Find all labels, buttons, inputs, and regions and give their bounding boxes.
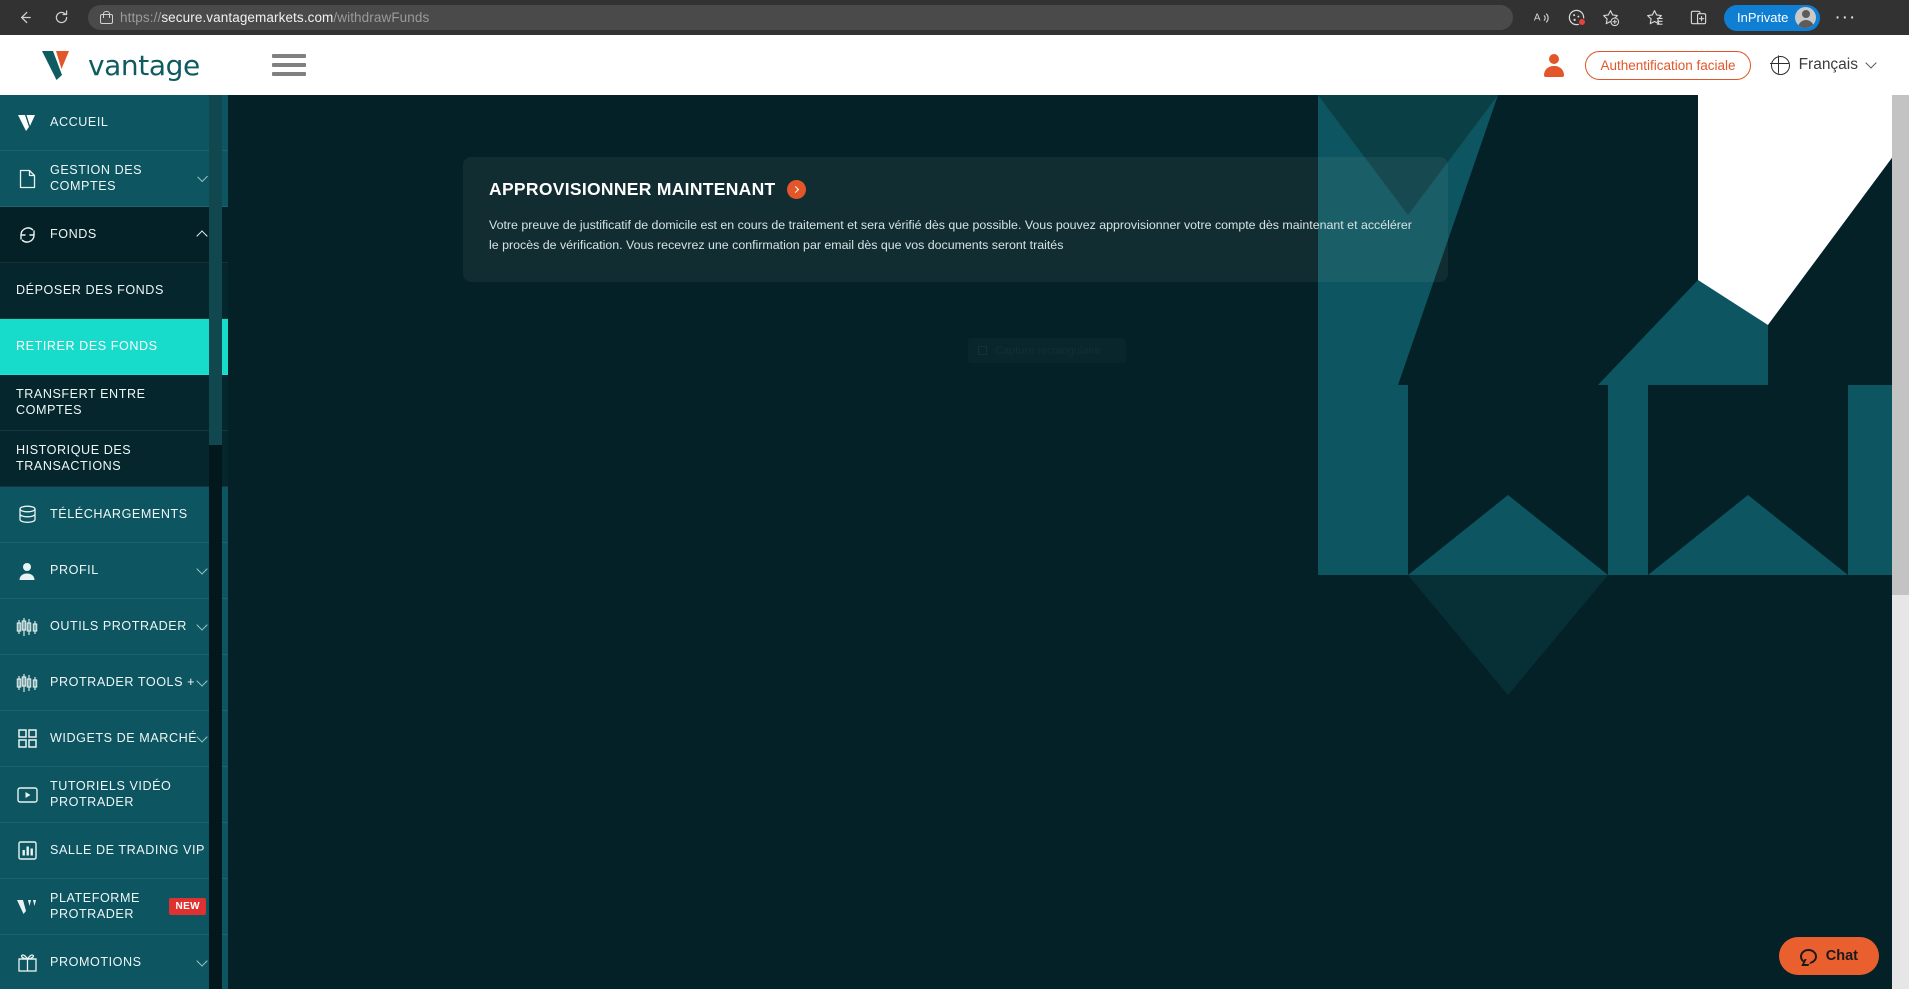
tracking-badge (1578, 17, 1586, 26)
sidebar-item-promotions[interactable]: PROMOTIONS (0, 935, 228, 989)
sidebar-item-historique-des-transactions[interactable]: HISTORIQUE DES TRANSACTIONS (0, 431, 228, 487)
snip-tool-label: Capture rectangulaire (995, 345, 1101, 357)
page-body: ACCUEIL GESTION DES COMPTES FONDS DÉPOSER D… (0, 95, 1909, 989)
read-aloud-icon[interactable]: A (1527, 5, 1557, 31)
chevron-down-icon[interactable] (196, 954, 208, 967)
language-selector[interactable]: Français (1769, 54, 1877, 75)
sidebar-item-retirer-des-fonds[interactable]: RETIRER DES FONDS (0, 319, 228, 375)
svg-text:A: A (1534, 12, 1541, 23)
funds-refresh-icon (14, 225, 40, 245)
sidebar-item-widgets-de-march[interactable]: WIDGETS DE MARCHÉ (0, 711, 228, 767)
sidebar-item-label: RETIRER DES FONDS (16, 338, 158, 353)
sidebar-item-salle-de-trading-vip[interactable]: SALLE DE TRADING VIP (0, 823, 228, 879)
face-authentication-button[interactable]: Authentification faciale (1585, 50, 1751, 80)
back-button[interactable] (10, 5, 40, 31)
banner-description: Votre preuve de justificatif de domicile… (489, 218, 1412, 253)
sidebar-navigation: ACCUEIL GESTION DES COMPTES FONDS DÉPOSER D… (0, 95, 228, 989)
chevron-down-icon[interactable] (196, 730, 208, 743)
chat-widget-button[interactable]: Chat (1778, 937, 1879, 975)
avatar (1795, 7, 1817, 28)
sidebar-item-gestion-des-comptes[interactable]: GESTION DES COMPTES (0, 151, 228, 207)
address-bar[interactable]: https://secure.vantagemarkets.com/withdr… (88, 5, 1513, 30)
arrow-right-icon[interactable] (786, 180, 806, 199)
snip-tool-overlay: Capture rectangulaire (968, 338, 1126, 363)
language-label: Français (1798, 56, 1858, 73)
sidebar-item-label: GESTION DES COMPTES (50, 162, 143, 193)
database-icon (14, 505, 40, 525)
user-account-icon[interactable] (1543, 54, 1565, 77)
browser-toolbar-actions: A InPrivate ··· (1527, 4, 1860, 31)
sidebar-item-t-l-chargements[interactable]: TÉLÉCHARGEMENTS (0, 487, 228, 543)
chevron-down-icon[interactable] (196, 618, 208, 631)
protrader-icon (14, 898, 40, 916)
lock-icon (100, 11, 113, 24)
grid-icon (14, 729, 40, 748)
site-header: vantage Authentification faciale Françai… (0, 35, 1909, 95)
sidebar-scrollbar-thumb[interactable] (209, 95, 222, 445)
sidebar-item-fonds[interactable]: FONDS (0, 207, 228, 263)
sidebar-item-outils-protrader[interactable]: OUTILS PROTRADER (0, 599, 228, 655)
vantage-v-icon (14, 114, 40, 132)
header-actions: Authentification faciale Français (1543, 50, 1909, 80)
vantage-v-logo-icon (40, 49, 84, 82)
inprivate-profile-button[interactable]: InPrivate (1724, 4, 1821, 31)
sidebar-item-label: PROFIL (50, 562, 99, 577)
chevron-down-icon[interactable] (196, 562, 208, 575)
banner-title: APPROVISIONNER MAINTENANT (489, 179, 776, 199)
gift-icon (14, 953, 40, 972)
inprivate-label: InPrivate (1737, 10, 1789, 25)
page-scrollbar-thumb[interactable] (1892, 95, 1909, 595)
sidebar-item-plateforme-protrader[interactable]: PLATEFORME PROTRADER NEW (0, 879, 228, 935)
sidebar-item-protrader-tools[interactable]: PROTRADER TOOLS + (0, 655, 228, 711)
chat-bubble-icon (1799, 948, 1817, 964)
sidebar-item-label: ACCUEIL (50, 114, 109, 129)
favorites-icon[interactable] (1639, 5, 1669, 31)
main-content: APPROVISIONNER MAINTENANT Votre preuve d… (228, 95, 1909, 989)
sidebar-item-label: SALLE DE TRADING VIP (50, 842, 205, 857)
browser-toolbar: https://secure.vantagemarkets.com/withdr… (0, 0, 1909, 35)
video-icon (14, 786, 40, 803)
sidebar-item-label: WIDGETS DE MARCHÉ (50, 730, 198, 745)
sidebar-item-label: OUTILS PROTRADER (50, 618, 187, 633)
sidebar-list: ACCUEIL GESTION DES COMPTES FONDS DÉPOSER D… (0, 95, 228, 989)
candlestick-icon (14, 673, 40, 693)
tracking-prevention-icon[interactable] (1561, 5, 1591, 31)
url-text: https://secure.vantagemarkets.com/withdr… (120, 10, 430, 25)
sidebar-item-accueil[interactable]: ACCUEIL (0, 95, 228, 151)
vantage-logo[interactable]: vantage (0, 49, 228, 82)
sidebar-item-label: PLATEFORME PROTRADER (50, 890, 140, 921)
add-favorite-icon[interactable] (1595, 5, 1625, 31)
sidebar-item-label: FONDS (50, 226, 97, 241)
chat-label: Chat (1825, 948, 1858, 964)
sidebar-item-label: PROMOTIONS (50, 954, 142, 969)
sidebar-item-d-poser-des-fonds[interactable]: DÉPOSER DES FONDS (0, 263, 228, 319)
document-icon (14, 169, 40, 189)
banner-header: APPROVISIONNER MAINTENANT (489, 179, 1422, 200)
sidebar-item-label: TÉLÉCHARGEMENTS (50, 506, 188, 521)
new-badge: NEW (169, 898, 206, 915)
snip-rect-icon (978, 346, 987, 355)
menu-toggle-button[interactable] (272, 54, 306, 76)
sidebar-item-label: DÉPOSER DES FONDS (16, 282, 164, 297)
bar-chart-icon (14, 841, 40, 860)
sidebar-item-label: TUTORIELS VIDÉO PROTRADER (50, 778, 172, 809)
person-icon (14, 561, 40, 581)
sidebar-item-profil[interactable]: PROFIL (0, 543, 228, 599)
sidebar-item-transfert-entre-comptes[interactable]: TRANSFERT ENTRE COMPTES (0, 375, 228, 431)
candlestick-icon (14, 617, 40, 637)
sidebar-item-label: TRANSFERT ENTRE COMPTES (16, 386, 146, 417)
chevron-up-icon[interactable] (196, 230, 208, 242)
brand-name: vantage (88, 48, 200, 82)
chevron-down-icon (1865, 57, 1877, 69)
globe-icon (1769, 54, 1790, 75)
settings-more-icon[interactable]: ··· (1830, 5, 1860, 31)
sidebar-item-label: PROTRADER TOOLS + (50, 674, 196, 689)
funding-notice-banner: APPROVISIONNER MAINTENANT Votre preuve d… (463, 157, 1448, 282)
split-screen-icon[interactable] (1683, 5, 1713, 31)
sidebar-item-tutoriels-vid-o-protrader[interactable]: TUTORIELS VIDÉO PROTRADER (0, 767, 228, 823)
chevron-down-icon[interactable] (196, 674, 208, 687)
reload-button[interactable] (46, 5, 76, 31)
sidebar-item-label: HISTORIQUE DES TRANSACTIONS (16, 442, 132, 473)
